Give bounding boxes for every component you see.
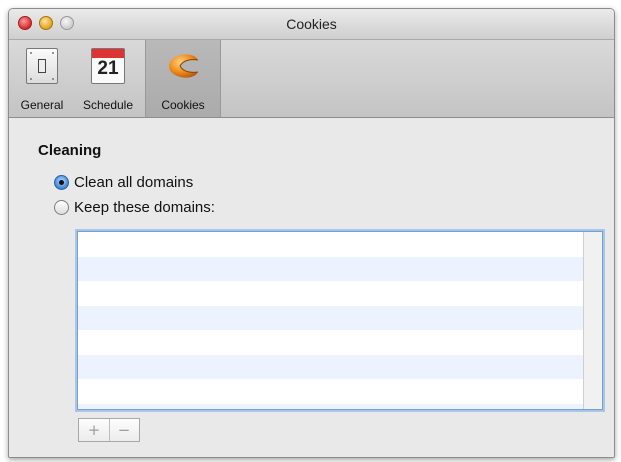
title-bar[interactable]: Cookies xyxy=(9,9,614,40)
window-title: Cookies xyxy=(286,16,337,32)
keep-these-domains-radio[interactable] xyxy=(54,200,69,215)
clean-all-domains-option[interactable]: Clean all domains xyxy=(54,173,254,193)
clean-all-domains-radio[interactable] xyxy=(54,175,69,190)
toolbar-item-schedule[interactable]: 21 Schedule xyxy=(73,40,143,117)
keep-these-domains-option[interactable]: Keep these domains: xyxy=(54,198,274,218)
toolbar-item-label: General xyxy=(20,98,64,112)
fortune-cookie-icon xyxy=(165,48,201,84)
toolbar-item-cookies[interactable]: Cookies xyxy=(145,40,221,117)
list-scrollbar[interactable] xyxy=(583,232,602,409)
toolbar-item-general[interactable]: General xyxy=(11,40,73,117)
list-row[interactable] xyxy=(78,403,583,409)
calendar-icon: 21 xyxy=(91,48,125,84)
remove-domain-button[interactable]: − xyxy=(109,419,139,441)
cleaning-section-title: Cleaning xyxy=(38,142,102,159)
list-row[interactable] xyxy=(78,330,583,355)
add-domain-button[interactable]: + xyxy=(79,419,110,441)
list-row[interactable] xyxy=(78,281,583,306)
calendar-day: 21 xyxy=(97,58,119,79)
kept-domains-list[interactable] xyxy=(77,231,603,410)
toolbar-item-label: Cookies xyxy=(161,98,205,112)
keep-these-domains-label: Keep these domains: xyxy=(74,199,215,216)
preferences-toolbar: General 21 Schedule Cookies xyxy=(9,40,614,118)
cookies-pane: Cleaning Clean all domains Keep these do… xyxy=(9,118,614,457)
preferences-window: Cookies General 21 Schedule Cookies Clea… xyxy=(8,8,615,458)
toolbar-item-label: Schedule xyxy=(82,98,134,112)
list-row[interactable] xyxy=(78,354,583,379)
list-row[interactable] xyxy=(78,379,583,404)
list-edit-buttons: + − xyxy=(78,418,140,442)
list-row[interactable] xyxy=(78,256,583,281)
list-row[interactable] xyxy=(78,232,583,257)
kept-domains-rows xyxy=(78,232,583,409)
list-row[interactable] xyxy=(78,305,583,330)
clean-all-domains-label: Clean all domains xyxy=(74,174,194,191)
switch-icon xyxy=(26,48,58,84)
